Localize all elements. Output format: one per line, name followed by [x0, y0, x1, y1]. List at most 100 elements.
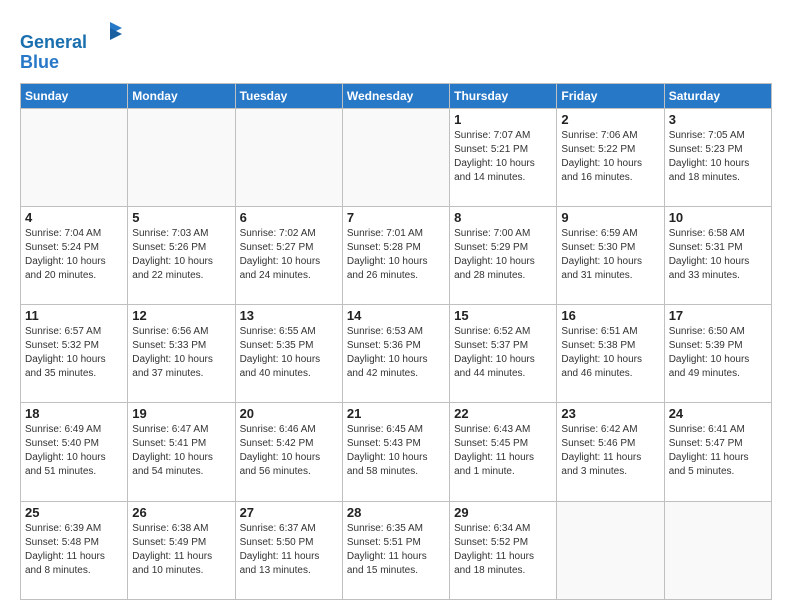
- day-info: Sunrise: 6:47 AM Sunset: 5:41 PM Dayligh…: [132, 423, 230, 479]
- calendar-cell: 17 Sunrise: 6:50 AM Sunset: 5:39 PM Dayli…: [664, 305, 771, 403]
- day-info: Sunrise: 6:55 AM Sunset: 5:35 PM Dayligh…: [240, 325, 338, 381]
- logo-text: General: [20, 20, 124, 53]
- day-number: 4: [25, 210, 123, 225]
- calendar-cell: 8 Sunrise: 7:00 AM Sunset: 5:29 PM Daylig…: [450, 206, 557, 304]
- calendar-cell: 1 Sunrise: 7:07 AM Sunset: 5:21 PM Daylig…: [450, 108, 557, 206]
- page: General Blue SundayMondayTuesdayWednesda…: [0, 0, 792, 612]
- day-number: 23: [561, 406, 659, 421]
- day-info: Sunrise: 7:05 AM Sunset: 5:23 PM Dayligh…: [669, 129, 767, 185]
- day-number: 7: [347, 210, 445, 225]
- calendar-week-row: 25 Sunrise: 6:39 AM Sunset: 5:48 PM Dayli…: [21, 501, 772, 599]
- weekday-header-saturday: Saturday: [664, 83, 771, 108]
- day-info: Sunrise: 6:52 AM Sunset: 5:37 PM Dayligh…: [454, 325, 552, 381]
- day-info: Sunrise: 6:50 AM Sunset: 5:39 PM Dayligh…: [669, 325, 767, 381]
- day-number: 26: [132, 505, 230, 520]
- weekday-header-sunday: Sunday: [21, 83, 128, 108]
- day-info: Sunrise: 6:41 AM Sunset: 5:47 PM Dayligh…: [669, 423, 767, 479]
- day-number: 17: [669, 308, 767, 323]
- calendar-cell: 16Sunrise: 6:51 AM Sunset: 5:38 PM Dayli…: [557, 305, 664, 403]
- day-number: 27: [240, 505, 338, 520]
- weekday-header-monday: Monday: [128, 83, 235, 108]
- day-info: Sunrise: 6:49 AM Sunset: 5:40 PM Dayligh…: [25, 423, 123, 479]
- calendar-cell: 28 Sunrise: 6:35 AM Sunset: 5:51 PM Dayli…: [342, 501, 449, 599]
- day-number: 22: [454, 406, 552, 421]
- logo-general: General: [20, 32, 87, 52]
- day-info: Sunrise: 6:59 AM Sunset: 5:30 PM Dayligh…: [561, 227, 659, 283]
- weekday-header-wednesday: Wednesday: [342, 83, 449, 108]
- day-number: 19: [132, 406, 230, 421]
- day-info: Sunrise: 6:34 AM Sunset: 5:52 PM Dayligh…: [454, 522, 552, 578]
- calendar-cell: 7 Sunrise: 7:01 AM Sunset: 5:28 PM Daylig…: [342, 206, 449, 304]
- calendar-table: SundayMondayTuesdayWednesdayThursdayFrid…: [20, 83, 772, 600]
- calendar-cell: 15 Sunrise: 6:52 AM Sunset: 5:37 PM Dayli…: [450, 305, 557, 403]
- calendar-cell: 27Sunrise: 6:37 AM Sunset: 5:50 PM Dayli…: [235, 501, 342, 599]
- day-info: Sunrise: 6:56 AM Sunset: 5:33 PM Dayligh…: [132, 325, 230, 381]
- day-info: Sunrise: 6:38 AM Sunset: 5:49 PM Dayligh…: [132, 522, 230, 578]
- day-info: Sunrise: 7:02 AM Sunset: 5:27 PM Dayligh…: [240, 227, 338, 283]
- day-number: 15: [454, 308, 552, 323]
- day-number: 24: [669, 406, 767, 421]
- day-number: 11: [25, 308, 123, 323]
- day-number: 10: [669, 210, 767, 225]
- calendar-cell: [21, 108, 128, 206]
- calendar-cell: [235, 108, 342, 206]
- day-info: Sunrise: 7:07 AM Sunset: 5:21 PM Dayligh…: [454, 129, 552, 185]
- calendar-cell: 20 Sunrise: 6:46 AM Sunset: 5:42 PM Dayli…: [235, 403, 342, 501]
- day-number: 14: [347, 308, 445, 323]
- day-number: 18: [25, 406, 123, 421]
- calendar-cell: 5Sunrise: 7:03 AM Sunset: 5:26 PM Daylig…: [128, 206, 235, 304]
- day-number: 8: [454, 210, 552, 225]
- logo-flag-icon: [96, 20, 124, 48]
- calendar-cell: 2 Sunrise: 7:06 AM Sunset: 5:22 PM Daylig…: [557, 108, 664, 206]
- calendar-week-row: 1 Sunrise: 7:07 AM Sunset: 5:21 PM Daylig…: [21, 108, 772, 206]
- day-info: Sunrise: 6:43 AM Sunset: 5:45 PM Dayligh…: [454, 423, 552, 479]
- calendar-cell: [342, 108, 449, 206]
- day-info: Sunrise: 7:04 AM Sunset: 5:24 PM Dayligh…: [25, 227, 123, 283]
- calendar-cell: 14 Sunrise: 6:53 AM Sunset: 5:36 PM Dayli…: [342, 305, 449, 403]
- calendar-week-row: 18 Sunrise: 6:49 AM Sunset: 5:40 PM Dayli…: [21, 403, 772, 501]
- day-info: Sunrise: 6:39 AM Sunset: 5:48 PM Dayligh…: [25, 522, 123, 578]
- calendar-cell: 24 Sunrise: 6:41 AM Sunset: 5:47 PM Dayli…: [664, 403, 771, 501]
- calendar-cell: 11Sunrise: 6:57 AM Sunset: 5:32 PM Dayli…: [21, 305, 128, 403]
- day-number: 21: [347, 406, 445, 421]
- calendar-cell: 3 Sunrise: 7:05 AM Sunset: 5:23 PM Daylig…: [664, 108, 771, 206]
- calendar-cell: [664, 501, 771, 599]
- day-number: 29: [454, 505, 552, 520]
- weekday-header-row: SundayMondayTuesdayWednesdayThursdayFrid…: [21, 83, 772, 108]
- calendar-cell: 6 Sunrise: 7:02 AM Sunset: 5:27 PM Daylig…: [235, 206, 342, 304]
- day-info: Sunrise: 6:45 AM Sunset: 5:43 PM Dayligh…: [347, 423, 445, 479]
- calendar-cell: 13 Sunrise: 6:55 AM Sunset: 5:35 PM Dayli…: [235, 305, 342, 403]
- calendar-cell: [128, 108, 235, 206]
- day-number: 1: [454, 112, 552, 127]
- day-info: Sunrise: 7:03 AM Sunset: 5:26 PM Dayligh…: [132, 227, 230, 283]
- day-number: 16: [561, 308, 659, 323]
- calendar-cell: 23 Sunrise: 6:42 AM Sunset: 5:46 PM Dayli…: [557, 403, 664, 501]
- day-number: 28: [347, 505, 445, 520]
- logo-blue: Blue: [20, 53, 124, 73]
- day-info: Sunrise: 6:53 AM Sunset: 5:36 PM Dayligh…: [347, 325, 445, 381]
- day-info: Sunrise: 6:42 AM Sunset: 5:46 PM Dayligh…: [561, 423, 659, 479]
- day-info: Sunrise: 7:00 AM Sunset: 5:29 PM Dayligh…: [454, 227, 552, 283]
- weekday-header-tuesday: Tuesday: [235, 83, 342, 108]
- day-info: Sunrise: 6:46 AM Sunset: 5:42 PM Dayligh…: [240, 423, 338, 479]
- day-number: 20: [240, 406, 338, 421]
- calendar-cell: 18 Sunrise: 6:49 AM Sunset: 5:40 PM Dayli…: [21, 403, 128, 501]
- calendar-cell: 4 Sunrise: 7:04 AM Sunset: 5:24 PM Daylig…: [21, 206, 128, 304]
- day-info: Sunrise: 6:58 AM Sunset: 5:31 PM Dayligh…: [669, 227, 767, 283]
- day-number: 2: [561, 112, 659, 127]
- calendar-cell: 21 Sunrise: 6:45 AM Sunset: 5:43 PM Dayli…: [342, 403, 449, 501]
- calendar-cell: 25 Sunrise: 6:39 AM Sunset: 5:48 PM Dayli…: [21, 501, 128, 599]
- day-number: 9: [561, 210, 659, 225]
- day-number: 12: [132, 308, 230, 323]
- calendar-cell: [557, 501, 664, 599]
- day-info: Sunrise: 7:06 AM Sunset: 5:22 PM Dayligh…: [561, 129, 659, 185]
- calendar-cell: 12 Sunrise: 6:56 AM Sunset: 5:33 PM Dayli…: [128, 305, 235, 403]
- day-info: Sunrise: 7:01 AM Sunset: 5:28 PM Dayligh…: [347, 227, 445, 283]
- calendar-cell: 29 Sunrise: 6:34 AM Sunset: 5:52 PM Dayli…: [450, 501, 557, 599]
- day-info: Sunrise: 6:35 AM Sunset: 5:51 PM Dayligh…: [347, 522, 445, 578]
- calendar-cell: 19 Sunrise: 6:47 AM Sunset: 5:41 PM Dayli…: [128, 403, 235, 501]
- day-number: 6: [240, 210, 338, 225]
- day-number: 25: [25, 505, 123, 520]
- day-number: 13: [240, 308, 338, 323]
- day-number: 3: [669, 112, 767, 127]
